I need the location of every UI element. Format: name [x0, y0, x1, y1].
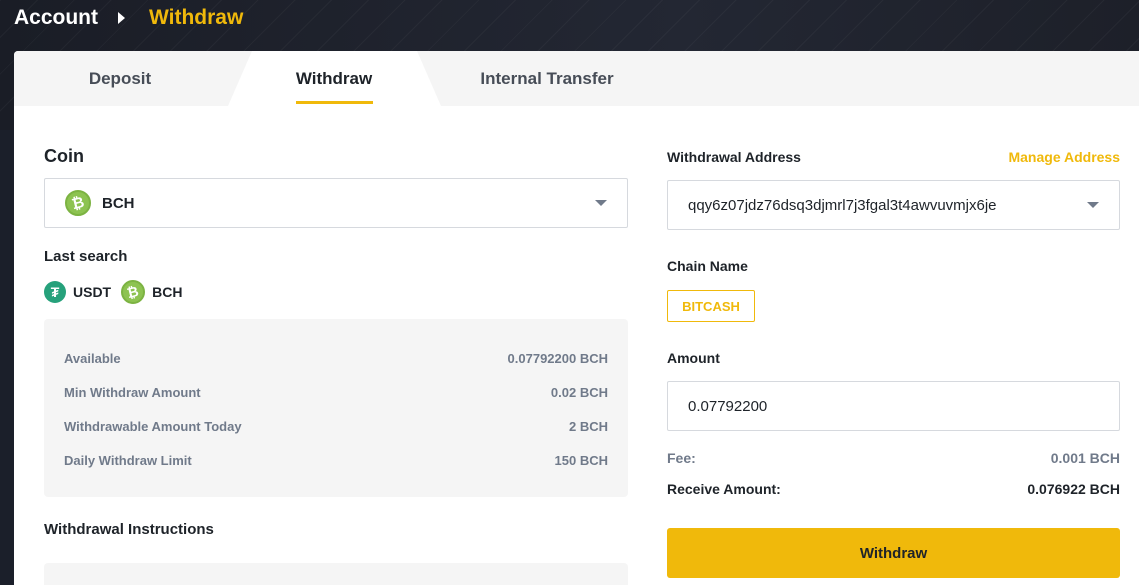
fee-value: 0.001 BCH [1050, 450, 1120, 466]
info-row-daily-limit: Daily Withdraw Limit 150 BCH [64, 450, 608, 470]
fee-label: Fee: [667, 450, 696, 466]
last-search-list: ₮ USDT ₿ BCH [44, 279, 192, 305]
coin-select[interactable]: ₿ BCH [44, 178, 628, 228]
withdrawal-instructions-panel [44, 563, 628, 585]
last-search-item-label: BCH [152, 284, 183, 300]
info-row-label: Daily Withdraw Limit [64, 452, 192, 468]
last-search-item-bch[interactable]: ₿ BCH [121, 280, 182, 304]
tab-withdraw[interactable]: Withdraw [276, 51, 392, 106]
withdrawal-address-value: qqy6z07jdz76dsq3djmrl7j3fgal3t4awvuvmjx6… [688, 196, 997, 214]
withdrawal-address-select[interactable]: qqy6z07jdz76dsq3djmrl7j3fgal3t4awvuvmjx6… [667, 180, 1120, 230]
tab-deposit[interactable]: Deposit [72, 51, 168, 106]
info-row-min-withdraw: Min Withdraw Amount 0.02 BCH [64, 382, 608, 402]
info-row-withdrawable-today: Withdrawable Amount Today 2 BCH [64, 416, 608, 436]
chain-option-bitcash[interactable]: BITCASH [667, 290, 755, 322]
receive-amount-value: 0.076922 BCH [1027, 481, 1120, 497]
chain-name-label: Chain Name [667, 258, 748, 274]
withdraw-card: Deposit Withdraw Internal Transfer Coin … [14, 51, 1139, 585]
withdraw-submit-button[interactable]: Withdraw [667, 528, 1120, 578]
tab-internal-transfer[interactable]: Internal Transfer [472, 51, 622, 106]
coin-select-value: BCH [102, 194, 135, 212]
fee-row: Fee: 0.001 BCH [667, 448, 1120, 468]
bch-coin-icon: ₿ [65, 190, 91, 216]
breadcrumb-account-link[interactable]: Account [14, 6, 98, 30]
receive-amount-label: Receive Amount: [667, 481, 781, 497]
amount-label: Amount [667, 350, 720, 366]
breadcrumb: Account Withdraw [14, 4, 243, 32]
tab-bar: Deposit Withdraw Internal Transfer [14, 51, 1139, 106]
breadcrumb-current: Withdraw [149, 6, 244, 29]
withdrawal-address-label: Withdrawal Address [667, 149, 801, 165]
info-row-value: 2 BCH [568, 418, 608, 434]
last-search-item-label: USDT [73, 284, 112, 300]
chevron-down-icon [1087, 202, 1099, 208]
balance-info-panel: Available 0.07792200 BCH Min Withdraw Am… [44, 319, 628, 497]
bch-coin-icon: ₿ [121, 280, 146, 304]
info-row-value: 0.07792200 BCH [507, 350, 608, 366]
coin-label: Coin [44, 146, 84, 166]
receive-amount-row: Receive Amount: 0.076922 BCH [667, 479, 1120, 499]
manage-address-link[interactable]: Manage Address [1008, 149, 1120, 165]
withdrawal-instructions-label: Withdrawal Instructions [44, 521, 214, 538]
info-row-label: Withdrawable Amount Today [64, 418, 242, 434]
info-row-available: Available 0.07792200 BCH [64, 348, 608, 368]
info-row-value: 0.02 BCH [550, 384, 608, 400]
info-row-label: Min Withdraw Amount [64, 384, 201, 400]
usdt-coin-icon: ₮ [44, 281, 66, 303]
active-tab-underline [296, 101, 373, 104]
breadcrumb-arrow-icon [118, 12, 125, 24]
info-row-value: 150 BCH [554, 452, 608, 468]
last-search-label: Last search [44, 248, 128, 265]
info-row-label: Available [64, 350, 121, 366]
chevron-down-icon [595, 200, 607, 206]
amount-input[interactable] [667, 381, 1120, 431]
last-search-item-usdt[interactable]: ₮ USDT [44, 281, 111, 303]
